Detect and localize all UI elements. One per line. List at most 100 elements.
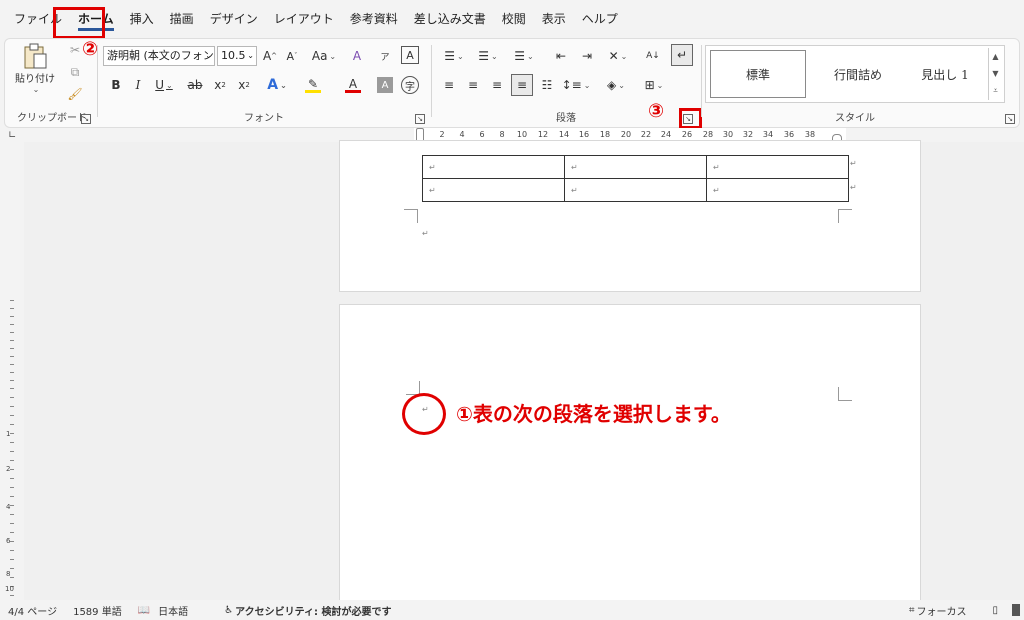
bullets-button[interactable]: ☰ ⌄ [439,46,469,66]
numbering-button[interactable]: ☰ ⌄ [473,46,503,66]
chevron-up-icon[interactable]: ▲ [992,52,998,61]
superscript-button[interactable]: x2 [235,75,253,95]
book-icon[interactable]: 📖 [138,605,150,616]
document-area[interactable]: ↵ ↵ ↵ ↵ ↵ ↵ ↵ ↵ ↵ ↵ ①表の次の段落を選択します。 [24,140,1024,604]
align-right-button[interactable]: ≡ [487,75,507,95]
chevron-down-icon: ⌄ [618,80,625,90]
format-painter-button[interactable]: 🖌 [65,85,85,103]
decrease-indent-button[interactable]: ⇤ [551,46,571,66]
table-cell[interactable]: ↵ [422,155,565,179]
shading-button[interactable]: ◈ ⌄ [601,75,631,95]
language-indicator[interactable]: 日本語 [158,603,188,618]
ruler-number: 32 [742,130,754,139]
vruler-number: 10 [5,585,14,593]
chevron-down-icon: ⌄ [457,51,464,61]
font-launcher[interactable]: ↘ [415,114,425,124]
chevron-down-icon[interactable]: ▼ [992,69,998,78]
distributed-button[interactable]: ☷ [537,75,557,95]
subscript-button[interactable]: x2 [211,75,229,95]
tab-review[interactable]: 校閲 [494,9,534,29]
step2-marker: ② [82,38,99,60]
tab-insert[interactable]: 挿入 [122,9,162,29]
print-layout-icon[interactable] [1012,604,1020,616]
chevron-down-icon: ⌄ [656,80,664,90]
shrink-font-button[interactable]: Aˇ [283,46,301,66]
page-count[interactable]: 4/4 ページ [8,603,57,618]
tab-layout[interactable]: レイアウト [266,9,342,29]
chevron-down-icon: ⌄ [620,51,628,61]
justify-button[interactable]: ≡ [511,74,533,96]
styles-scrollbar[interactable]: ▲ ▼ ⩡ [988,48,1002,100]
show-marks-button[interactable]: ↵ [671,44,693,66]
enclose-characters-button[interactable]: 字 [401,76,419,94]
style-no-spacing[interactable]: 行間詰め [810,50,906,98]
asian-layout-button[interactable]: ✕ ⌄ [603,46,633,66]
page-4[interactable]: ↵ [339,304,921,604]
font-name-field[interactable]: 游明朝 (本文のフォン ⌄ [103,46,215,66]
ruler-number: 14 [558,130,570,139]
table-row: ↵ ↵ ↵ [422,178,849,202]
font-group: 游明朝 (本文のフォン ⌄ 10.5 ⌄ A ^ Aˇ Aa ⌄ A ア A B I U… [99,39,429,127]
accessibility-status[interactable]: アクセシビリティ: 検討が必要です [235,603,391,618]
ruler-number: 6 [479,130,485,139]
line-spacing-button[interactable]: ↕≡ ⌄ [561,75,591,95]
increase-indent-button[interactable]: ⇥ [577,46,597,66]
table-cell[interactable]: ↵ [422,178,565,202]
style-normal[interactable]: 標準 [710,50,806,98]
vertical-ruler[interactable]: 1 2 4 6 8 10 [4,145,20,600]
phonetic-guide-button[interactable]: ア [375,46,395,66]
clear-formatting-button[interactable]: A [347,46,367,66]
read-mode-icon[interactable]: ▯ [992,605,998,616]
clipboard-launcher[interactable]: ↘ [81,114,91,124]
paste-button[interactable]: 貼り付け ⌄ [15,41,55,95]
font-color-button[interactable]: A [339,75,367,95]
table-row: ↵ ↵ ↵ [422,155,849,179]
home-tab-highlight [53,7,105,39]
tab-references[interactable]: 参考資料 [342,9,406,29]
ruler-number: 4 [459,130,465,139]
document-table[interactable]: ↵ ↵ ↵ ↵ ↵ ↵ [422,155,849,202]
word-count[interactable]: 1589 単語 [73,603,122,618]
chevron-down-icon: ⌄ [527,51,534,61]
align-left-button[interactable]: ≡ [439,75,459,95]
table-cell[interactable]: ↵ [706,155,849,179]
tab-help[interactable]: ヘルプ [574,9,626,29]
more-icon[interactable]: ⩡ [993,86,998,96]
margin-corner [404,209,418,223]
text-effects-button[interactable]: A ⌄ [263,75,291,95]
borders-button[interactable]: ⊞ ⌄ [639,75,669,95]
separator [431,45,432,117]
vruler-number: 8 [6,570,11,578]
underline-button[interactable]: U ⌄ [151,75,177,95]
ruler-number: 22 [640,130,652,139]
tab-view[interactable]: 表示 [534,9,574,29]
strikethrough-button[interactable]: ab [185,75,205,95]
table-cell[interactable]: ↵ [564,178,707,202]
tab-design[interactable]: デザイン [202,9,266,29]
italic-button[interactable]: I [129,75,147,95]
ruler-corner: ∟ [8,130,17,141]
ruler-number: 38 [804,130,816,139]
character-shading-button[interactable]: A [377,77,393,93]
style-heading-1[interactable]: 見出し 1 [902,50,988,98]
multilevel-list-button[interactable]: ☰ ⌄ [509,46,539,66]
page-3[interactable]: ↵ ↵ ↵ ↵ ↵ ↵ ↵ ↵ ↵ [339,140,921,292]
highlight-button[interactable]: ✎ [299,75,327,95]
align-center-button[interactable]: ≡ [463,75,483,95]
change-case-label: Aa [311,49,328,63]
font-size-field[interactable]: 10.5 ⌄ [217,46,257,66]
copy-button[interactable]: ⧉ [65,63,85,81]
table-cell[interactable]: ↵ [564,155,707,179]
focus-button[interactable]: フォーカス [916,603,966,618]
styles-launcher[interactable]: ↘ [1005,114,1015,124]
bold-button[interactable]: B [107,75,125,95]
change-case-button[interactable]: Aa ⌄ [309,46,339,66]
ruler-number: 34 [762,130,774,139]
grow-font-button[interactable]: A ^ [261,46,279,66]
sort-button[interactable]: A↓ [643,46,663,66]
character-border-button[interactable]: A [401,46,419,64]
tab-draw[interactable]: 描画 [162,9,202,29]
table-cell[interactable]: ↵ [706,178,849,202]
tab-mailings[interactable]: 差し込み文書 [406,9,494,29]
chevron-down-icon: ⌄ [247,51,254,60]
